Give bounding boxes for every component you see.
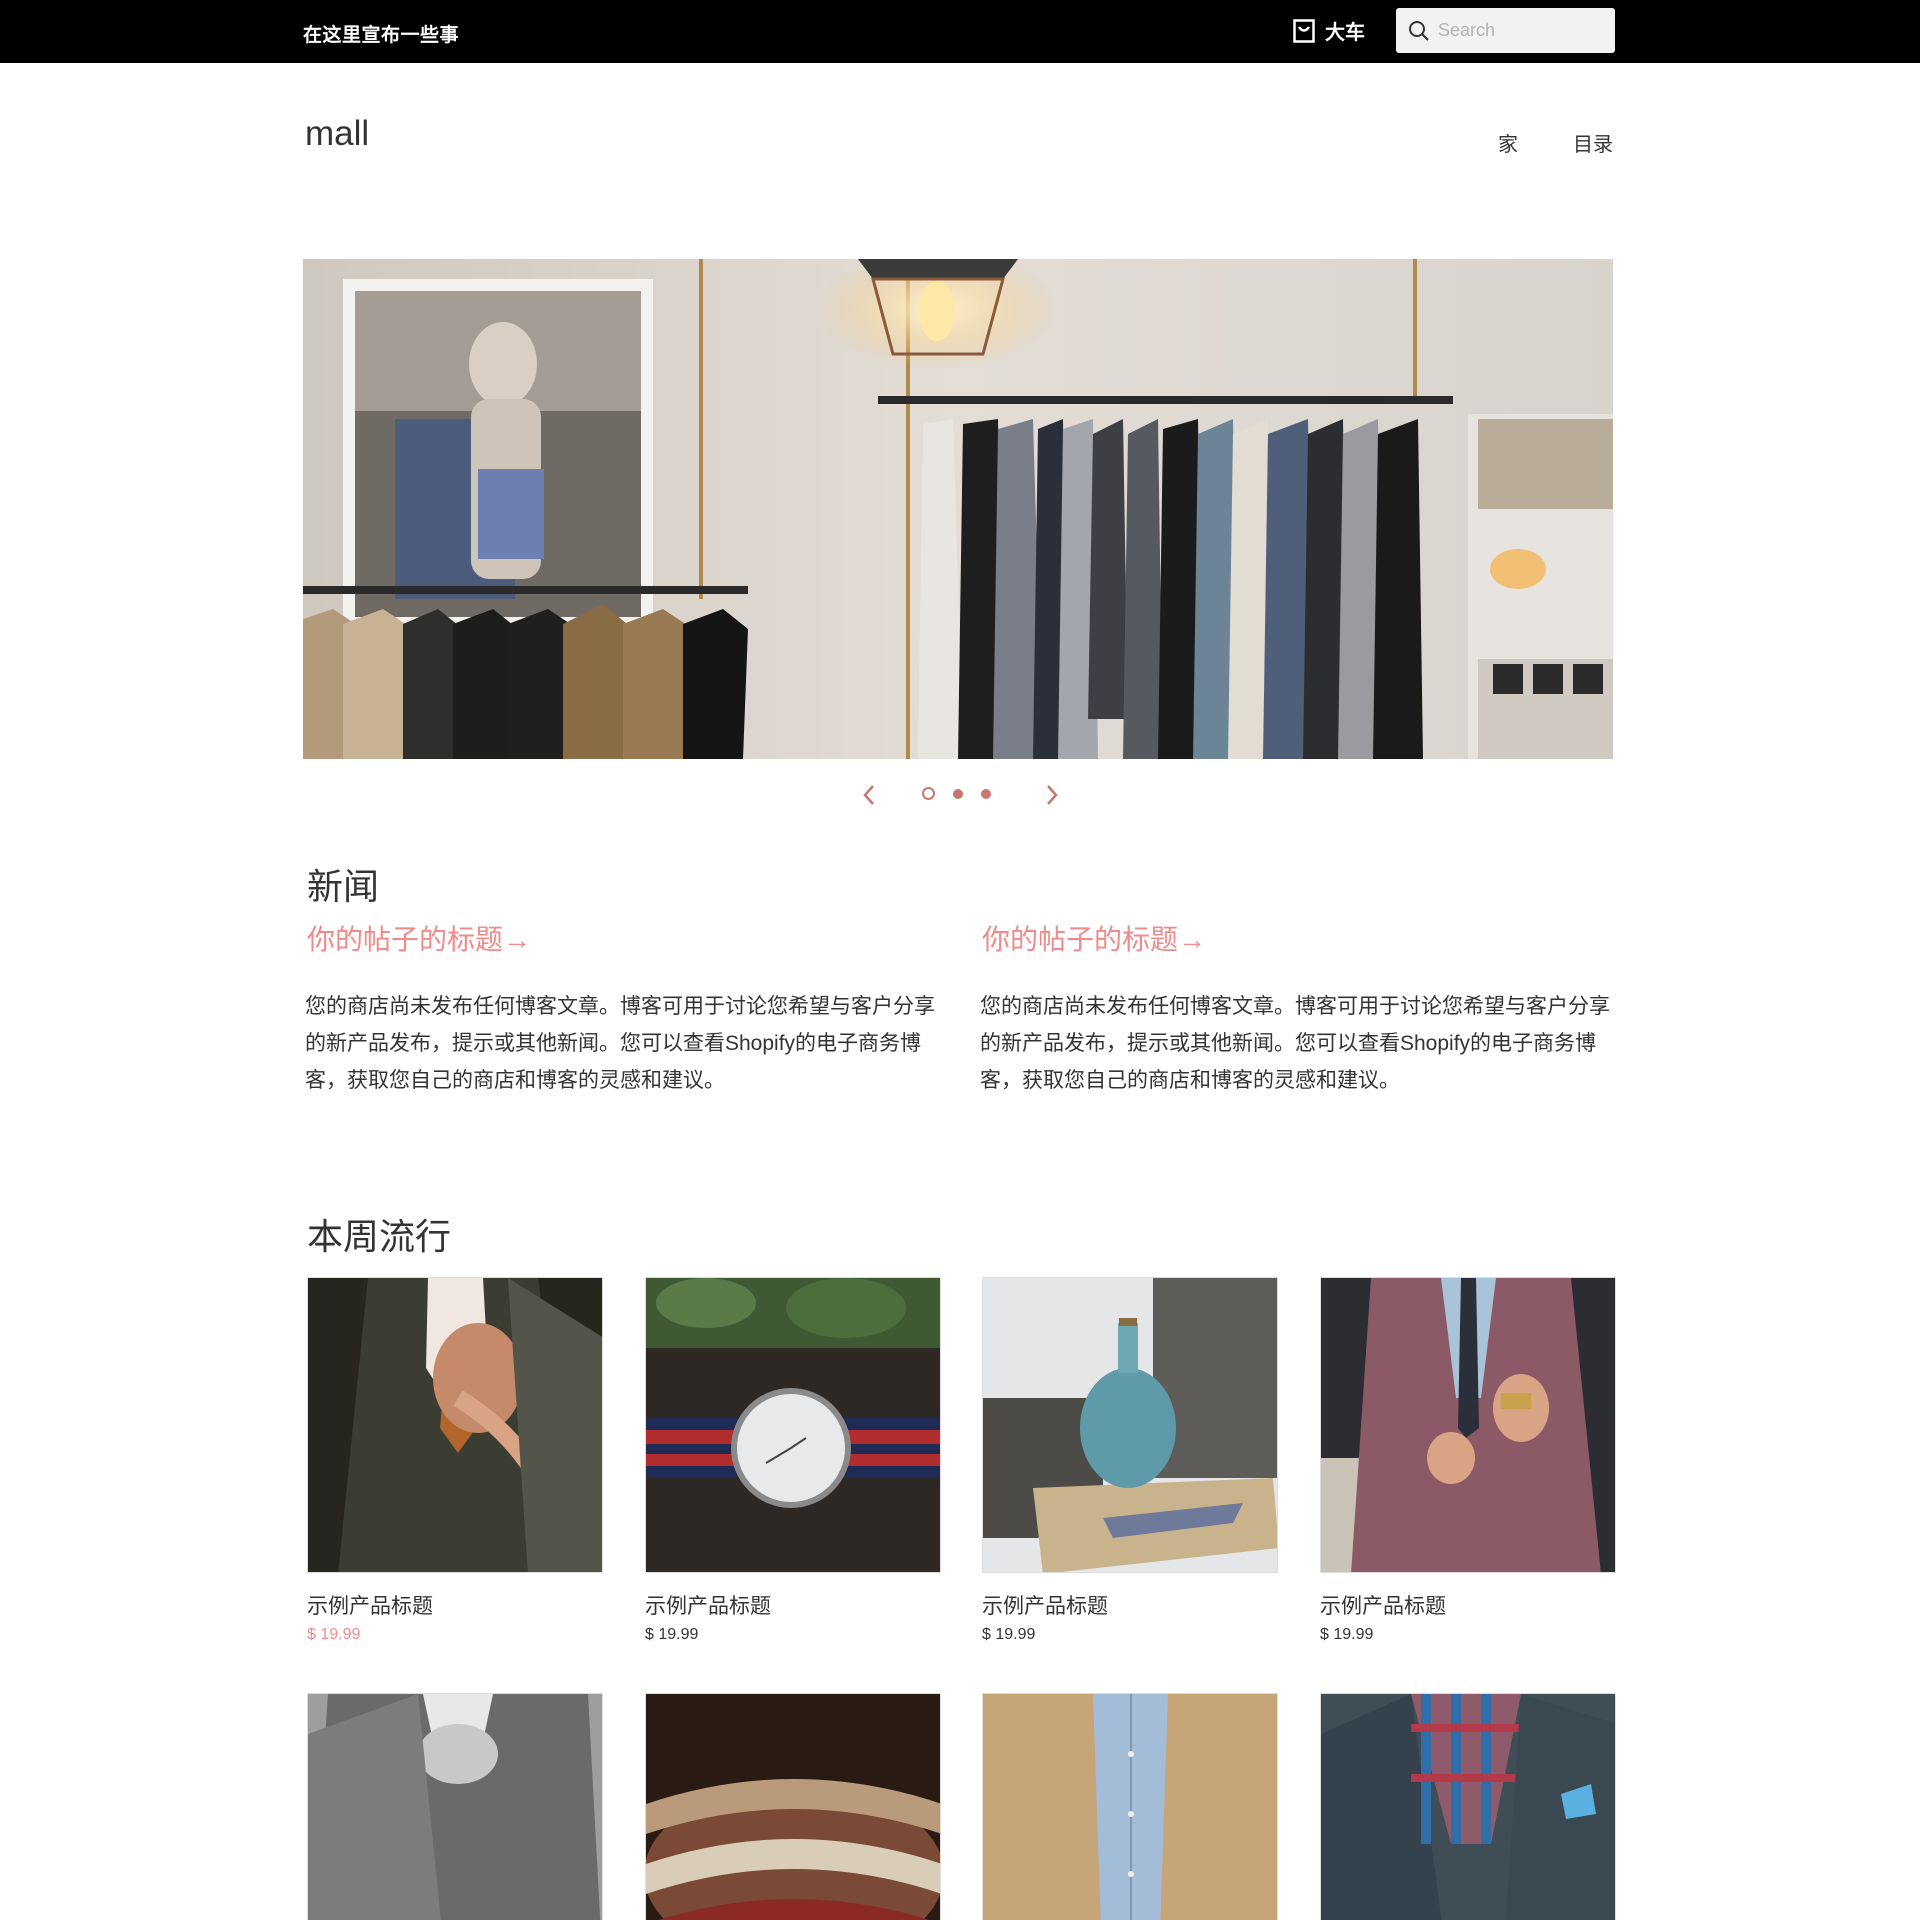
- store-logo[interactable]: mall: [305, 114, 369, 154]
- product-title: 示例产品标题: [307, 1595, 433, 1618]
- product-card[interactable]: 示例产品标题 $ 19.99: [645, 1277, 941, 1644]
- product-price: $ 19.99: [645, 1626, 699, 1643]
- slide-dot-3[interactable]: [981, 789, 991, 799]
- announcement-text: 在这里宣布一些事: [303, 25, 460, 46]
- hero-slide-image: [303, 259, 1613, 759]
- trending-heading: 本周流行: [307, 1216, 452, 1257]
- product-price: $ 19.99: [982, 1626, 1036, 1643]
- slide-dot-1[interactable]: [922, 787, 935, 800]
- news-heading: 新闻: [307, 866, 380, 907]
- product-image[interactable]: [307, 1277, 603, 1573]
- product-image[interactable]: [982, 1693, 1278, 1920]
- cart-icon: [1293, 18, 1315, 43]
- product-card[interactable]: 示例产品标题 $ 19.99: [307, 1277, 603, 1644]
- product-card[interactable]: [307, 1693, 603, 1920]
- product-card[interactable]: 示例产品标题 $ 19.99: [982, 1277, 1278, 1644]
- product-image[interactable]: [307, 1693, 603, 1920]
- product-price: $ 19.99: [1320, 1626, 1374, 1643]
- product-title: 示例产品标题: [1320, 1595, 1446, 1618]
- product-title: 示例产品标题: [982, 1595, 1108, 1618]
- nav-item-home[interactable]: 家: [1498, 128, 1518, 157]
- product-card[interactable]: 示例产品标题 $ 19.99: [1320, 1277, 1616, 1644]
- product-image[interactable]: [982, 1277, 1278, 1573]
- slide-dot-2[interactable]: [953, 789, 963, 799]
- product-card[interactable]: [982, 1693, 1278, 1920]
- search-box[interactable]: [1396, 8, 1615, 53]
- product-image[interactable]: [645, 1277, 941, 1573]
- product-image[interactable]: [1320, 1277, 1616, 1573]
- cart-button[interactable]: 大车: [1293, 16, 1365, 45]
- product-image[interactable]: [1320, 1693, 1616, 1920]
- chevron-left-icon[interactable]: [857, 780, 881, 810]
- post-body: 您的商店尚未发布任何博客文章。博客可用于讨论您希望与客户分享的新产品发布，提示或…: [305, 995, 935, 1092]
- chevron-right-icon[interactable]: [1040, 780, 1064, 810]
- search-input[interactable]: [1438, 20, 1608, 41]
- post-body: 您的商店尚未发布任何博客文章。博客可用于讨论您希望与客户分享的新产品发布，提示或…: [980, 995, 1610, 1092]
- cart-label: 大车: [1325, 22, 1365, 44]
- product-title: 示例产品标题: [645, 1595, 771, 1618]
- product-image[interactable]: [645, 1693, 941, 1920]
- announcement-bar: 在这里宣布一些事 大车: [0, 0, 1920, 63]
- nav-item-catalog[interactable]: 目录: [1573, 128, 1613, 157]
- post-title-link[interactable]: 你的帖子的标题→: [307, 918, 531, 958]
- search-icon[interactable]: [1408, 20, 1430, 42]
- product-price: $ 19.99: [307, 1626, 361, 1643]
- product-card[interactable]: [1320, 1693, 1616, 1920]
- product-card[interactable]: [645, 1693, 941, 1920]
- post-title-link[interactable]: 你的帖子的标题→: [982, 918, 1206, 958]
